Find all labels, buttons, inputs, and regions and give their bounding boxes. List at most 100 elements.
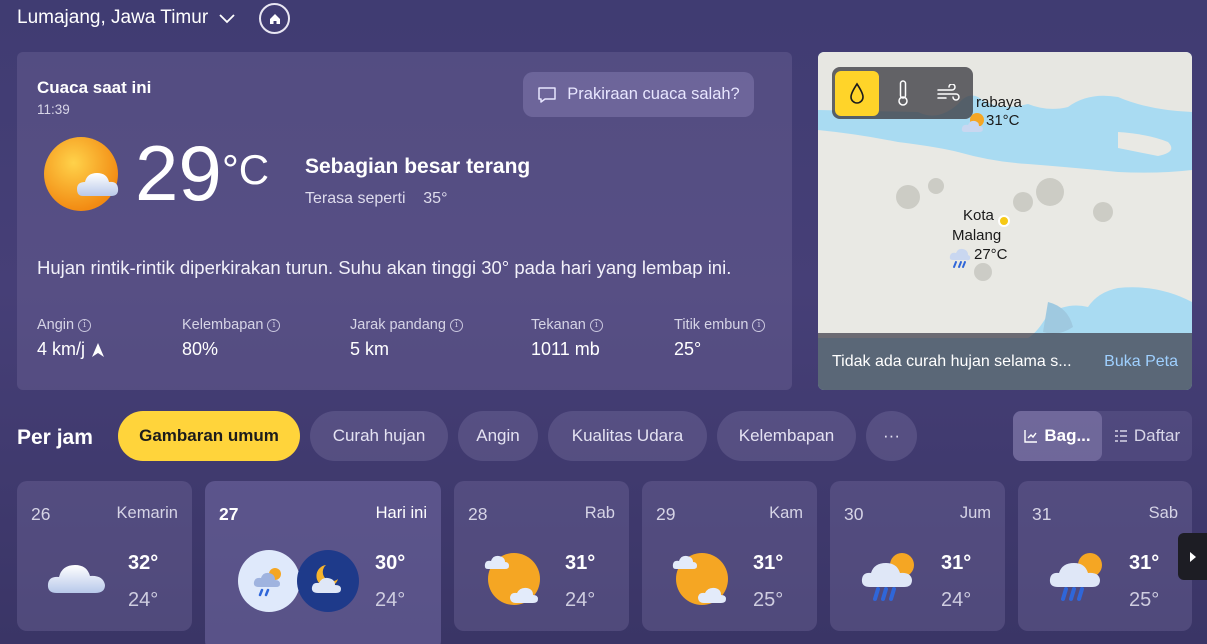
- rain-showers-icon: [949, 248, 971, 268]
- chip-precipitation[interactable]: Curah hujan: [310, 411, 448, 461]
- chip-wind[interactable]: Angin: [458, 411, 538, 461]
- day-low: 24°: [375, 589, 406, 611]
- stat-label: Tekanan: [531, 317, 586, 333]
- sun-behind-cloud-icon: [44, 137, 119, 211]
- day-number: 26: [31, 504, 51, 524]
- day-number: 28: [468, 504, 488, 524]
- day-high: 32°: [128, 552, 159, 574]
- day-name: Sab: [1148, 504, 1178, 522]
- day-number: 29: [656, 504, 676, 524]
- stat-label: Titik embun: [674, 317, 749, 333]
- info-icon[interactable]: i: [267, 318, 281, 332]
- location-selector[interactable]: Lumajang, Jawa Timur: [17, 7, 236, 29]
- feels-like-value: 35°: [423, 190, 448, 207]
- day-card-today[interactable]: 27 Hari ini 30° 24°: [205, 481, 441, 644]
- day-low: 24°: [128, 589, 159, 611]
- list-view-button[interactable]: Daftar: [1102, 411, 1192, 461]
- info-icon[interactable]: i: [589, 318, 603, 332]
- map-footer: Tidak ada curah hujan selama s... Buka P…: [818, 333, 1192, 390]
- current-weather-card: Cuaca saat ini 11:39 Prakiraan cuaca sal…: [17, 52, 792, 390]
- current-title: Cuaca saat ini: [37, 78, 152, 97]
- partly-sunny-icon: [672, 553, 728, 605]
- day-high: 31°: [941, 552, 972, 574]
- open-map-link[interactable]: Buka Peta: [1104, 353, 1178, 371]
- current-time: 11:39: [37, 102, 70, 117]
- stat-visibility: Jarak pandang i 5 km: [350, 317, 463, 360]
- stat-label: Kelembapan: [182, 317, 264, 333]
- weather-summary: Hujan rintik-rintik diperkirakan turun. …: [37, 257, 732, 278]
- temperature-icon: [897, 80, 908, 106]
- precipitation-layer-button[interactable]: [835, 70, 879, 116]
- day-number: 31: [1032, 504, 1052, 524]
- wind-direction-arrow-icon: [92, 342, 105, 357]
- stat-wind: Angin i 4 km/j: [37, 317, 105, 360]
- stat-label: Angin: [37, 317, 75, 333]
- day-card[interactable]: 29 Kam 31° 25°: [642, 481, 817, 631]
- chip-humidity[interactable]: Kelembapan: [717, 411, 856, 461]
- list-icon: [1114, 430, 1127, 442]
- location-name: Lumajang, Jawa Timur: [17, 7, 209, 28]
- day-number: 30: [844, 504, 864, 524]
- stat-dew-point: Titik embun i 25°: [674, 317, 766, 360]
- day-card[interactable]: 31 Sab 31° 25°: [1018, 481, 1192, 631]
- chat-bubble-icon: [538, 86, 557, 103]
- info-icon[interactable]: i: [449, 318, 463, 332]
- view-toggle: Bag... Daftar: [1013, 411, 1192, 461]
- stat-humidity: Kelembapan i 80%: [182, 317, 281, 360]
- temperature-layer-button[interactable]: [881, 71, 925, 116]
- feedback-button[interactable]: Prakiraan cuaca salah?: [523, 72, 754, 117]
- map-layer-toolbar: [832, 67, 973, 119]
- chip-air-quality[interactable]: Kualitas Udara: [548, 411, 707, 461]
- info-icon[interactable]: i: [752, 318, 766, 332]
- rain-showers-icon: [238, 550, 300, 612]
- stat-label: Jarak pandang: [350, 317, 446, 333]
- stat-pressure: Tekanan i 1011 mb: [531, 317, 603, 360]
- day-high: 31°: [1129, 552, 1160, 574]
- map-precipitation-text: Tidak ada curah hujan selama s...: [832, 352, 1072, 370]
- rain-showers-icon: [1049, 553, 1102, 601]
- partly-sunny-icon: [961, 113, 984, 132]
- stat-value: 5 km: [350, 339, 390, 359]
- info-icon[interactable]: i: [78, 318, 92, 332]
- day-low: 25°: [753, 589, 784, 611]
- feels-like-label: Terasa seperti: [305, 190, 406, 207]
- map-location-marker[interactable]: [998, 215, 1010, 227]
- day-low: 24°: [565, 589, 596, 611]
- home-button[interactable]: [259, 3, 290, 34]
- map-city-temp: 27°C: [974, 246, 1008, 263]
- weather-map[interactable]: rabaya 31°C Kota Malang 27°C Tidak ada c…: [818, 52, 1192, 390]
- chart-icon: [1024, 430, 1038, 443]
- day-name: Rab: [584, 504, 615, 522]
- day-card[interactable]: 26 Kemarin 32° 24°: [17, 481, 192, 631]
- day-card[interactable]: 30 Jum 31° 24°: [830, 481, 1005, 631]
- chevron-right-icon: [1189, 551, 1196, 562]
- map-city-label: Kota: [963, 207, 994, 224]
- map-city-label: rabaya: [976, 94, 1022, 111]
- day-low: 24°: [941, 589, 972, 611]
- precipitation-icon: [850, 82, 864, 104]
- chip-overview[interactable]: Gambaran umum: [118, 411, 300, 461]
- rain-showers-icon: [861, 553, 914, 601]
- feedback-label: Prakiraan cuaca salah?: [567, 85, 740, 103]
- cloud-icon: [47, 565, 105, 593]
- partly-sunny-icon: [484, 553, 540, 605]
- home-icon: [269, 13, 280, 24]
- wind-layer-button[interactable]: [926, 71, 970, 116]
- temperature-unit: °C: [222, 146, 270, 193]
- day-name: Hari ini: [375, 504, 427, 522]
- chip-more[interactable]: ···: [866, 411, 917, 461]
- day-high: 31°: [565, 552, 596, 574]
- current-temperature: 29: [135, 129, 222, 217]
- day-number: 27: [219, 504, 239, 524]
- feels-like: Terasa seperti 35°: [305, 190, 447, 208]
- stat-value: 1011 mb: [531, 339, 600, 359]
- day-card[interactable]: 28 Rab 31° 24°: [454, 481, 629, 631]
- scroll-next-button[interactable]: [1178, 533, 1207, 580]
- wind-icon: [937, 84, 960, 101]
- chart-view-label: Bag...: [1044, 426, 1091, 445]
- day-high: 31°: [753, 552, 784, 574]
- day-high: 30°: [375, 552, 406, 574]
- stat-value: 25°: [674, 339, 702, 359]
- moon-behind-cloud-icon: [297, 550, 359, 612]
- chart-view-button[interactable]: Bag...: [1013, 411, 1102, 461]
